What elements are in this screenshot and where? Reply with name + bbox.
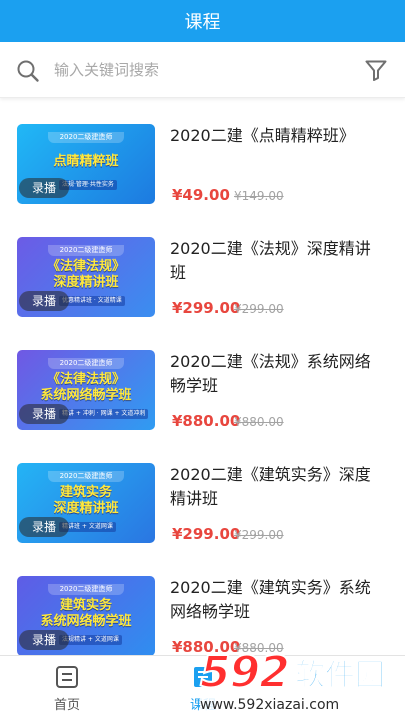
thumbnail-banner: 2020二级建造师: [48, 471, 124, 482]
thumbnail-banner: 2020二级建造师: [48, 245, 124, 256]
course-title[interactable]: 2020二建《点睛精粹班》: [170, 124, 385, 148]
course-list: 2020二级建造师 点睛精粹班 法规·管理·共性实务 录播 2020二建《点睛精…: [0, 100, 405, 655]
thumbnail-subtitle: 精讲 + 冲刺 · 网课 + 文道冲刺: [59, 409, 149, 419]
home-list-icon: [56, 666, 78, 688]
original-price: ¥299.00: [234, 302, 284, 316]
thumbnail-title-line: 点睛精粹班: [53, 154, 119, 169]
thumbnail-title-line: 深度精讲班: [53, 501, 119, 516]
recorded-badge: 录播: [19, 517, 69, 537]
thumbnail-title-line: 《法律法规》: [46, 372, 125, 387]
original-price: ¥880.00: [234, 415, 284, 429]
course-item[interactable]: 2020二级建造师 建筑实务 系统网络畅学班 法规精讲 + 文道网课 录播 20…: [0, 552, 405, 655]
page-title: 课程: [184, 12, 221, 33]
search-icon[interactable]: [16, 59, 40, 83]
tab-home[interactable]: 首页: [2, 656, 132, 720]
recorded-badge: 录播: [19, 178, 69, 198]
course-item[interactable]: 2020二级建造师 建筑实务 深度精讲班 精讲班 + 文道网课 录播 2020二…: [0, 439, 405, 551]
course-thumbnail[interactable]: 2020二级建造师 建筑实务 系统网络畅学班 法规精讲 + 文道网课 录播: [17, 576, 155, 655]
thumbnail-title-line: 建筑实务: [59, 485, 112, 500]
thumbnail-title-line: 《法律法规》: [46, 259, 125, 274]
course-thumbnail[interactable]: 2020二级建造师 点睛精粹班 法规·管理·共性实务 录播: [17, 124, 155, 204]
course-title[interactable]: 2020二建《法规》深度精讲班: [170, 237, 385, 285]
course-title[interactable]: 2020二建《法规》系统网络畅学班: [170, 350, 385, 398]
course-price: ¥49.00: [172, 186, 230, 204]
course-thumbnail[interactable]: 2020二级建造师 建筑实务 深度精讲班 精讲班 + 文道网课 录播: [17, 463, 155, 543]
course-item[interactable]: 2020二级建造师 《法律法规》 系统网络畅学班 精讲 + 冲刺 · 网课 + …: [0, 326, 405, 438]
site-watermark: 592 软件园 www.592xiazai.com: [199, 645, 405, 720]
watermark-url: www.592xiazai.com: [200, 695, 405, 715]
course-thumbnail[interactable]: 2020二级建造师 《法律法规》 系统网络畅学班 精讲 + 冲刺 · 网课 + …: [17, 350, 155, 430]
course-price: ¥880.00: [172, 412, 241, 430]
thumbnail-title-line: 建筑实务: [59, 598, 112, 613]
course-price: ¥299.00: [172, 525, 241, 543]
search-input[interactable]: [54, 56, 334, 84]
app-header: 课程: [0, 0, 405, 42]
recorded-badge: 录播: [19, 291, 69, 311]
thumbnail-title-line: 系统网络畅学班: [40, 614, 132, 629]
watermark-text: 软件园: [295, 658, 386, 694]
course-thumbnail[interactable]: 2020二级建造师 《法律法规》 深度精讲班 优惠精讲班 · 文道精课 录播: [17, 237, 155, 317]
watermark-number: 592: [199, 646, 291, 699]
thumbnail-banner: 2020二级建造师: [48, 132, 124, 143]
course-item[interactable]: 2020二级建造师 点睛精粹班 法规·管理·共性实务 录播 2020二建《点睛精…: [0, 100, 405, 212]
filter-icon[interactable]: [364, 58, 388, 82]
original-price: ¥149.00: [234, 189, 284, 203]
recorded-badge: 录播: [19, 630, 69, 650]
thumbnail-title-line: 系统网络畅学班: [40, 388, 132, 403]
course-title[interactable]: 2020二建《建筑实务》系统网络畅学班: [170, 576, 385, 624]
course-price: ¥299.00: [172, 299, 241, 317]
course-item[interactable]: 2020二级建造师 《法律法规》 深度精讲班 优惠精讲班 · 文道精课 录播 2…: [0, 213, 405, 325]
recorded-badge: 录播: [19, 404, 69, 424]
course-title[interactable]: 2020二建《建筑实务》深度精讲班: [170, 463, 385, 511]
tab-label: 首页: [53, 698, 80, 713]
search-bar: [0, 42, 405, 98]
thumbnail-banner: 2020二级建造师: [48, 584, 124, 595]
thumbnail-banner: 2020二级建造师: [48, 358, 124, 369]
thumbnail-title-line: 深度精讲班: [53, 275, 119, 290]
original-price: ¥299.00: [234, 528, 284, 542]
